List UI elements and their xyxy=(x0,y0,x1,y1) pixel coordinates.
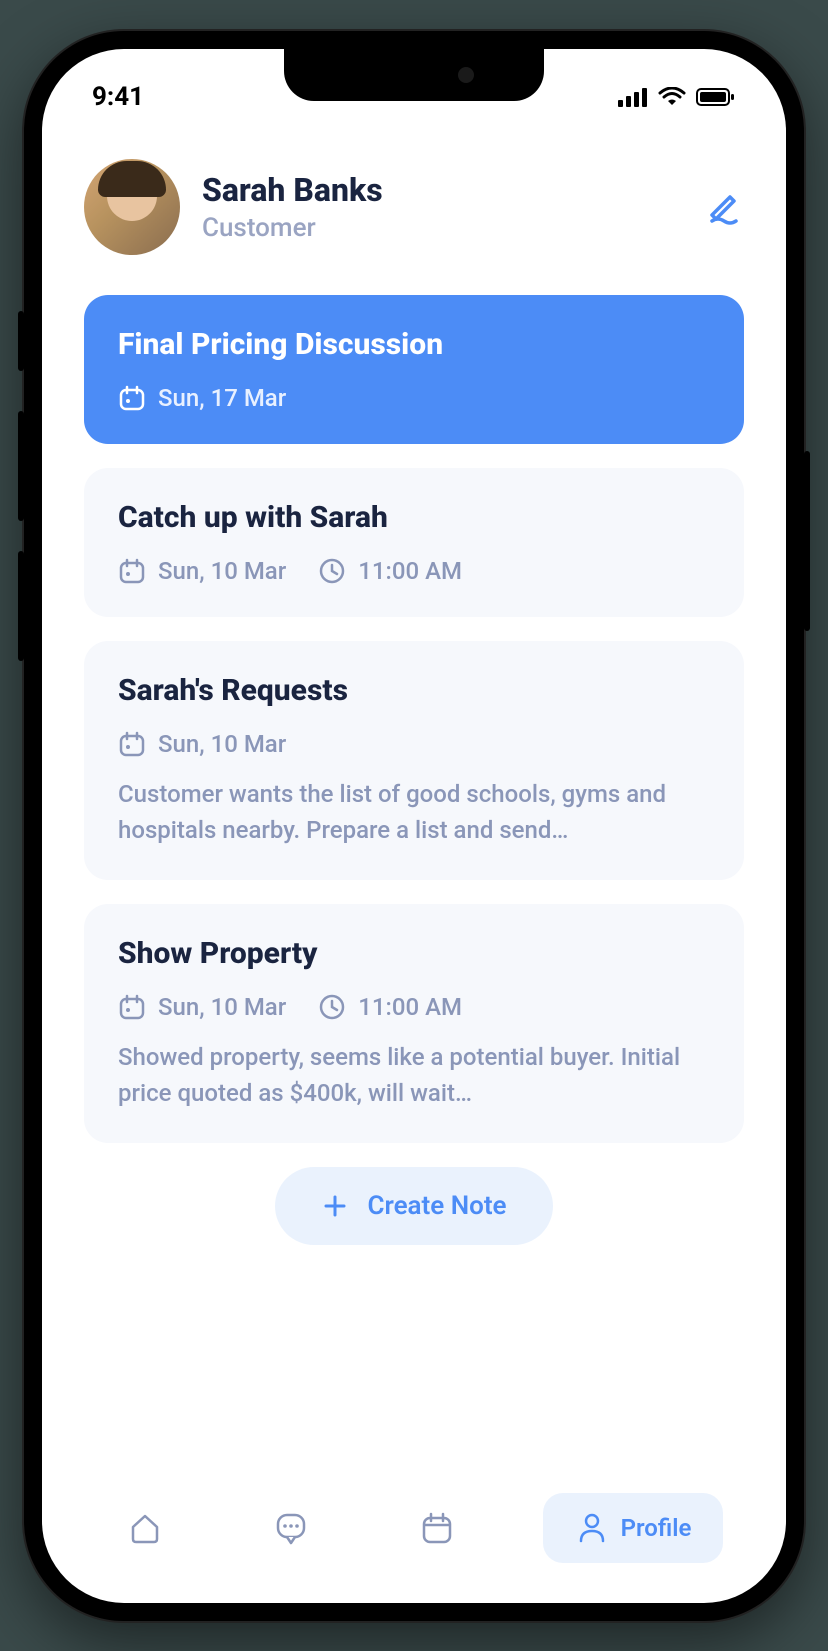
note-body: Showed property, seems like a potential … xyxy=(118,1039,710,1111)
nav-home[interactable] xyxy=(105,1493,185,1563)
edit-button[interactable] xyxy=(704,187,744,227)
note-date-text: Sun, 10 Mar xyxy=(158,557,286,585)
profile-role: Customer xyxy=(202,213,682,243)
screen: 9:41 xyxy=(42,49,786,1603)
note-date-text: Sun, 17 Mar xyxy=(158,384,286,412)
home-icon xyxy=(126,1509,164,1547)
nav-profile-label: Profile xyxy=(621,1514,692,1542)
calendar-icon xyxy=(418,1509,456,1547)
calendar-icon xyxy=(118,993,146,1021)
clock-icon xyxy=(318,557,346,585)
calendar-icon xyxy=(118,730,146,758)
profile-name: Sarah Banks xyxy=(202,171,682,209)
nav-calendar[interactable] xyxy=(397,1493,477,1563)
status-icons xyxy=(618,87,736,107)
clock-icon xyxy=(318,993,346,1021)
note-time: 11:00 AM xyxy=(318,557,462,585)
note-title: Final Pricing Discussion xyxy=(118,327,710,362)
note-date: Sun, 10 Mar xyxy=(118,993,286,1021)
phone-side-button xyxy=(804,451,810,631)
note-date-text: Sun, 10 Mar xyxy=(158,993,286,1021)
note-title: Catch up with Sarah xyxy=(118,500,710,535)
chat-icon xyxy=(272,1509,310,1547)
bottom-nav: Profile xyxy=(42,1473,786,1603)
status-time: 9:41 xyxy=(92,82,144,112)
note-date-text: Sun, 10 Mar xyxy=(158,730,286,758)
note-card[interactable]: Catch up with Sarah Sun, 10 Mar xyxy=(84,468,744,617)
nav-profile[interactable]: Profile xyxy=(543,1493,723,1563)
create-note-button[interactable]: Create Note xyxy=(275,1167,552,1245)
profile-header: Sarah Banks Customer xyxy=(84,159,744,255)
note-meta: Sun, 17 Mar xyxy=(118,384,710,412)
note-date: Sun, 10 Mar xyxy=(118,557,286,585)
note-time-text: 11:00 AM xyxy=(358,993,462,1021)
wifi-icon xyxy=(658,87,686,107)
phone-notch xyxy=(284,49,544,101)
battery-icon xyxy=(696,87,736,107)
phone-side-button xyxy=(18,311,24,371)
note-meta: Sun, 10 Mar 11:00 AM xyxy=(118,557,710,585)
note-time: 11:00 AM xyxy=(318,993,462,1021)
note-card[interactable]: Show Property Sun, 10 Mar xyxy=(84,904,744,1143)
note-date: Sun, 17 Mar xyxy=(118,384,286,412)
edit-icon xyxy=(704,187,744,227)
phone-side-button xyxy=(18,551,24,661)
content: Sarah Banks Customer Final Pricing Discu… xyxy=(42,119,786,1245)
phone-frame: 9:41 xyxy=(24,31,804,1621)
profile-icon xyxy=(575,1511,609,1545)
note-meta: Sun, 10 Mar 11:00 AM xyxy=(118,993,710,1021)
note-title: Show Property xyxy=(118,936,710,971)
phone-side-button xyxy=(18,411,24,521)
profile-header-text: Sarah Banks Customer xyxy=(202,171,682,243)
cellular-icon xyxy=(618,87,648,107)
create-note-label: Create Note xyxy=(367,1191,506,1221)
calendar-icon xyxy=(118,384,146,412)
plus-icon xyxy=(321,1192,349,1220)
calendar-icon xyxy=(118,557,146,585)
note-title: Sarah's Requests xyxy=(118,673,710,708)
note-date: Sun, 10 Mar xyxy=(118,730,286,758)
note-time-text: 11:00 AM xyxy=(358,557,462,585)
note-card[interactable]: Sarah's Requests Sun, 10 Mar Customer wa… xyxy=(84,641,744,880)
note-meta: Sun, 10 Mar xyxy=(118,730,710,758)
avatar[interactable] xyxy=(84,159,180,255)
nav-chat[interactable] xyxy=(251,1493,331,1563)
note-card[interactable]: Final Pricing Discussion Sun, 17 Mar xyxy=(84,295,744,444)
note-body: Customer wants the list of good schools,… xyxy=(118,776,710,848)
